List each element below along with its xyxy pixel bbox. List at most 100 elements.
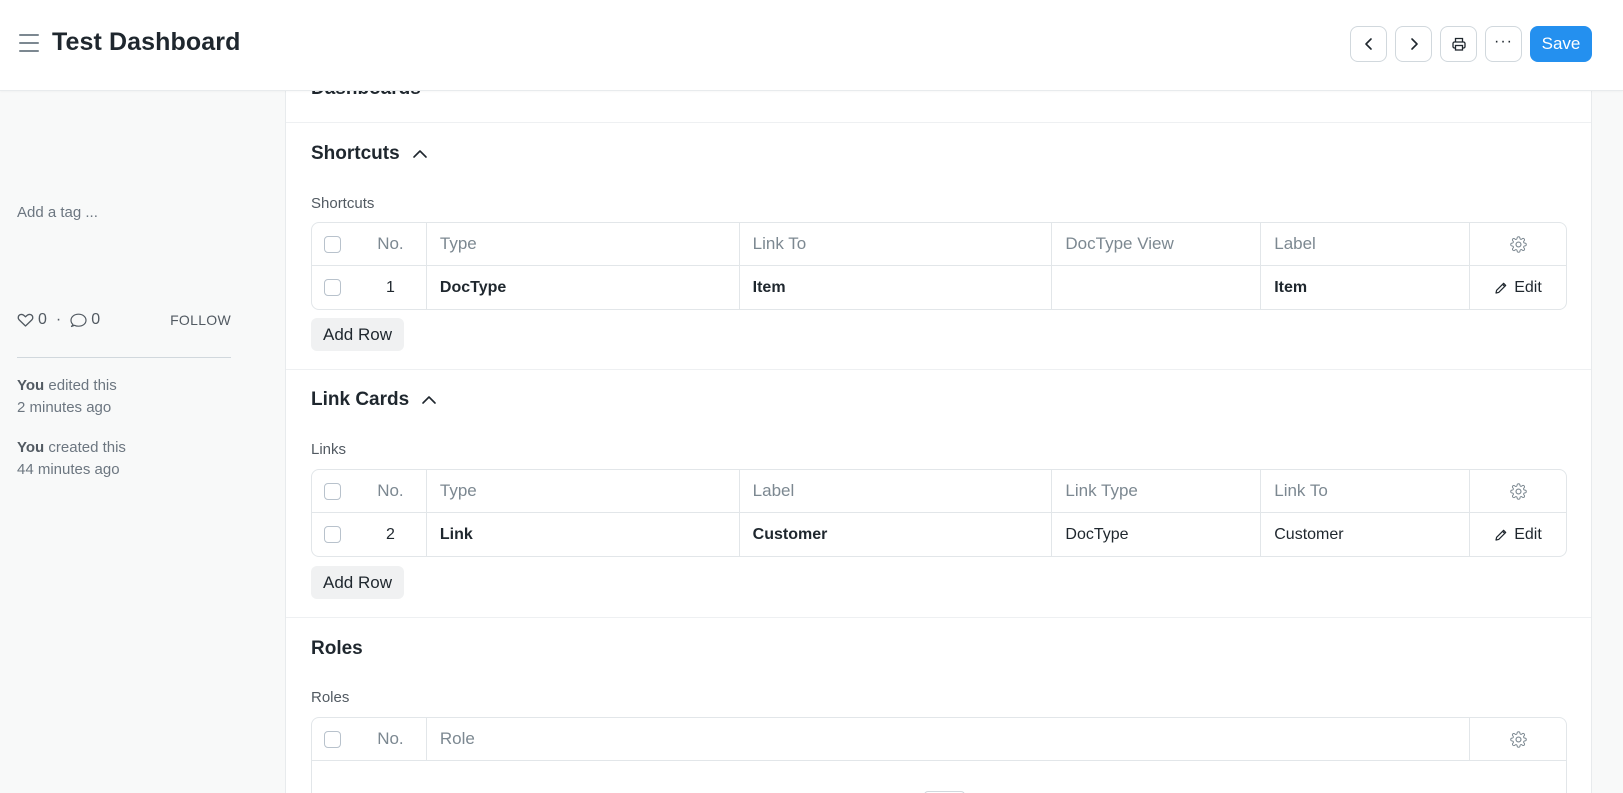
activity-action: created this [48,439,126,456]
column-header: Label [1261,223,1471,265]
select-all-cell [312,223,355,265]
section-divider [286,617,1591,618]
save-button[interactable]: Save [1530,26,1592,62]
empty-rows-area [312,761,1566,793]
menu-toggle-icon[interactable] [19,34,39,52]
column-header: Label [740,470,1053,512]
chevron-right-icon [1410,38,1418,50]
select-all-checkbox[interactable] [324,235,341,253]
column-header: Link To [1261,470,1471,512]
activity-item: You edited this 2 minutes ago [17,375,117,419]
pencil-icon [1495,529,1507,541]
next-document-button[interactable] [1395,26,1432,62]
gear-icon [1509,482,1527,500]
table-header: No. Type Link To DocType View Label [312,223,1566,266]
section-heading-roles[interactable]: Roles [311,638,363,660]
separator-dot: · [55,311,62,328]
activity-action: edited this [48,377,117,394]
column-settings-button[interactable] [1470,470,1566,512]
activity-item: You created this 44 minutes ago [17,437,126,481]
add-tag-link[interactable]: Add a tag ... [17,204,98,221]
add-row-button[interactable]: Add Row [311,566,404,599]
section-divider [286,369,1591,370]
pencil-icon [1495,282,1507,294]
cell-type[interactable]: Link [427,513,740,556]
column-header: Role [427,718,1471,760]
likes-comments-row: 0 · 0 FOLLOW [17,311,231,329]
more-actions-button[interactable]: ··· [1485,26,1522,62]
row-edit-cell: Edit [1470,513,1566,556]
edit-label: Edit [1514,525,1542,543]
activity-user: You [17,377,45,394]
section-heading-link-cards[interactable]: Link Cards [311,389,437,411]
activity-time: 44 minutes ago [17,461,120,478]
follow-button[interactable]: FOLLOW [170,312,231,328]
row-edit-cell: Edit [1470,266,1566,309]
row-select-cell [312,266,355,309]
more-icon: ··· [1494,33,1513,50]
cell-link-type[interactable]: DocType [1052,513,1262,556]
column-header: DocType View [1052,223,1262,265]
select-all-checkbox[interactable] [324,482,341,500]
page-header: Test Dashboard ··· Save [0,0,1623,91]
page-title: Test Dashboard [52,28,241,56]
shortcuts-table: No. Type Link To DocType View Label 1 Do… [311,222,1567,310]
cell-link-to[interactable]: Customer [1261,513,1471,556]
chevron-up-icon [412,150,427,158]
row-checkbox[interactable] [324,279,341,296]
column-settings-button[interactable] [1470,718,1566,760]
form-sidebar: Add a tag ... 0 · 0 FOLLOW You edited th… [0,91,285,793]
cell-label[interactable]: Customer [740,513,1053,556]
table-header: No. Role [312,718,1566,761]
heart-icon[interactable] [17,312,34,328]
column-settings-button[interactable] [1470,223,1566,265]
roles-table: No. Role [311,717,1567,793]
field-label: Links [311,441,347,458]
cell-link-to[interactable]: Item [740,266,1053,309]
table-row[interactable]: 1 DocType Item Item Edit [312,266,1566,309]
add-row-button[interactable]: Add Row [311,318,404,351]
activity-user: You [17,439,45,456]
row-checkbox[interactable] [324,526,341,543]
cell-label[interactable]: Item [1261,266,1471,309]
previous-document-button[interactable] [1350,26,1387,62]
chevron-left-icon [1364,38,1372,50]
section-title: Shortcuts [311,143,400,164]
row-number: 1 [355,266,427,309]
printer-icon [1451,37,1466,51]
field-label: Roles [311,689,350,706]
comment-icon[interactable] [70,312,87,328]
column-header: No. [355,470,427,512]
edit-label: Edit [1514,278,1542,296]
section-heading-shortcuts[interactable]: Shortcuts [311,143,428,165]
print-button[interactable] [1440,26,1477,62]
table-header: No. Type Label Link Type Link To [312,470,1566,513]
section-title: Link Cards [311,389,410,410]
gear-icon [1509,235,1527,253]
form-main: Dashboards Shortcuts Shortcuts No. Type … [285,0,1592,793]
column-header: Link Type [1052,470,1262,512]
chevron-up-icon [422,396,437,404]
row-edit-button[interactable]: Edit [1494,279,1542,297]
activity-time: 2 minutes ago [17,399,112,416]
section-title: Roles [311,638,363,659]
row-select-cell [312,513,355,556]
column-header: Type [427,223,740,265]
cell-doctype-view[interactable] [1052,266,1262,309]
column-header: No. [355,718,427,760]
gear-icon [1509,730,1527,748]
cell-type[interactable]: DocType [427,266,740,309]
table-row[interactable]: 2 Link Customer DocType Customer Edit [312,513,1566,556]
row-number: 2 [355,513,427,556]
column-header: No. [355,223,427,265]
select-all-cell [312,470,355,512]
select-all-checkbox[interactable] [324,730,341,748]
likes-count: 0 [38,311,47,328]
links-table: No. Type Label Link Type Link To 2 Link … [311,469,1567,557]
row-edit-button[interactable]: Edit [1494,526,1542,544]
select-all-cell [312,718,355,760]
sidebar-divider [17,357,231,358]
column-header: Type [427,470,740,512]
column-header: Link To [740,223,1053,265]
section-divider [286,122,1591,123]
